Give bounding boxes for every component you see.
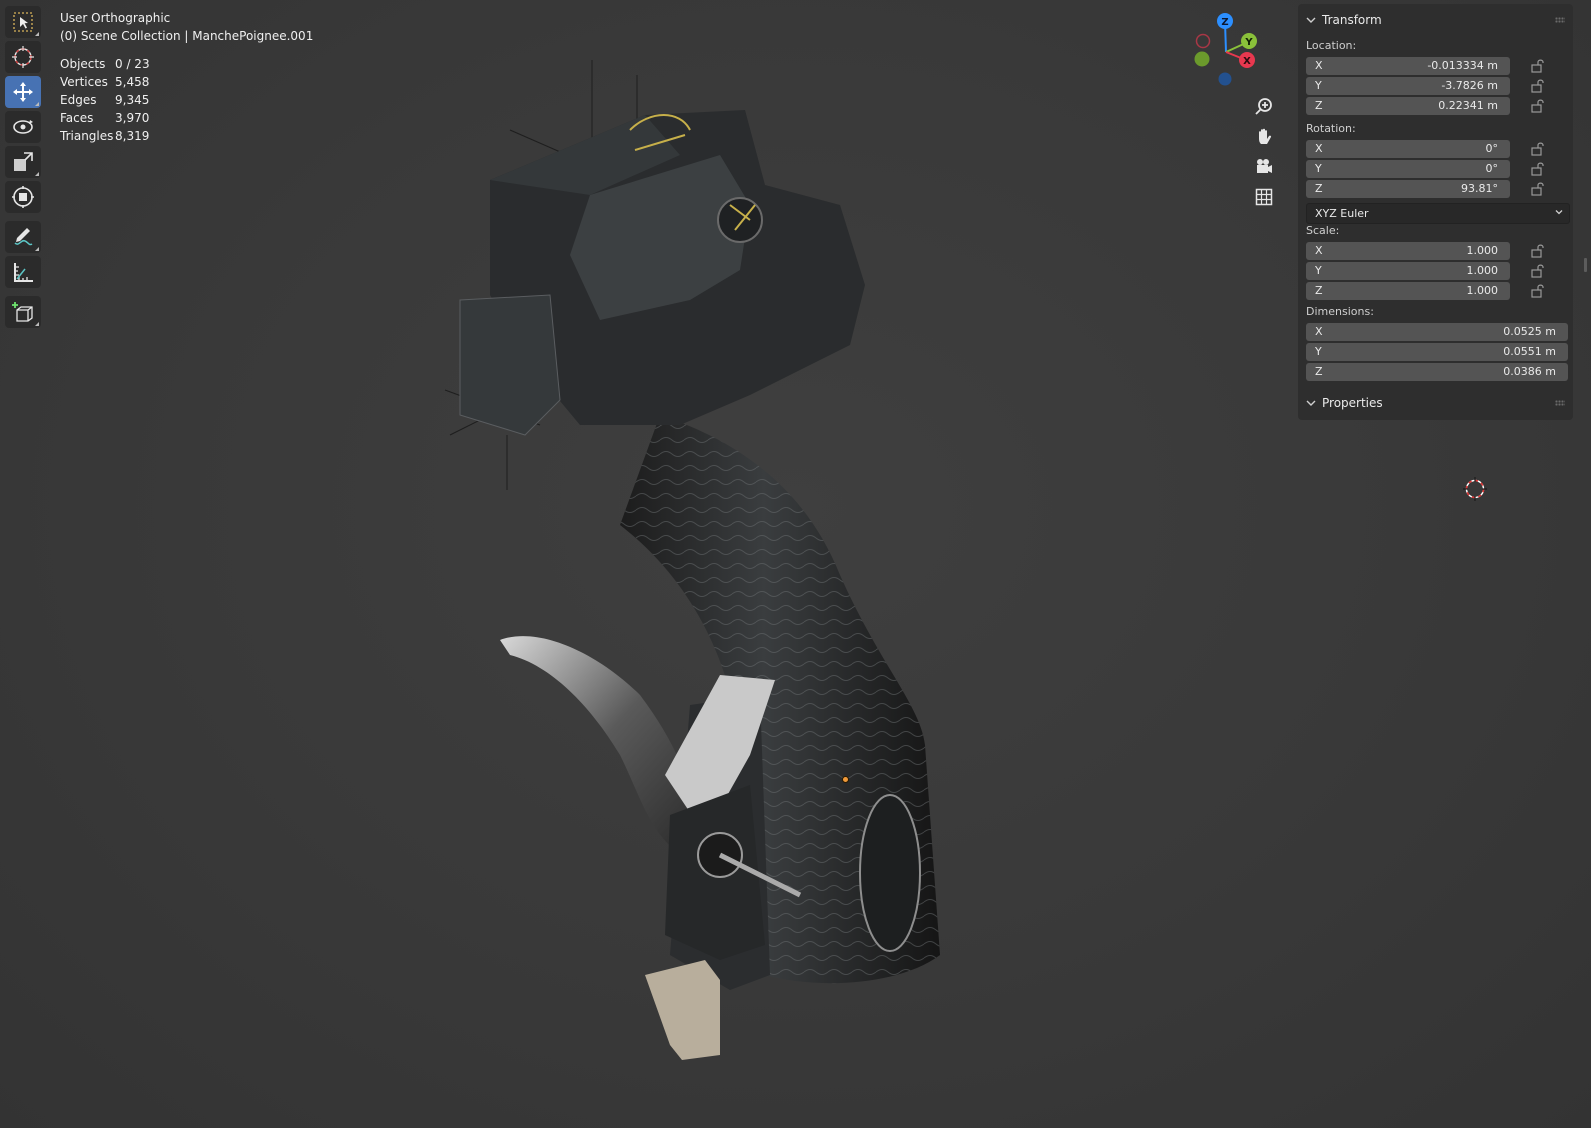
lock-icon[interactable] xyxy=(1530,243,1546,259)
dimension-x-field[interactable]: X 0.0525 m xyxy=(1306,323,1568,341)
rotation-z-field[interactable]: Z 93.81° xyxy=(1306,180,1510,198)
stat-row-edges: Edges 9,345 xyxy=(60,93,150,107)
pan-hand-icon xyxy=(1259,128,1272,144)
neg-z-icon[interactable] xyxy=(1218,72,1232,86)
rotation-label: Rotation: xyxy=(1306,122,1356,135)
measure-icon xyxy=(14,263,33,282)
pan-button[interactable] xyxy=(1251,124,1277,150)
transform-panel-header[interactable]: Transform xyxy=(1306,9,1382,31)
scene-stats: Objects 0 / 23 Vertices 5,458 Edges 9,345 F… xyxy=(60,55,150,145)
sidebar-panel: Transform Location: X -0.013334 m Y -3.782… xyxy=(1298,4,1573,420)
rotate-icon xyxy=(13,120,33,134)
lock-icon[interactable] xyxy=(1530,283,1546,299)
properties-panel-title: Properties xyxy=(1322,396,1383,410)
transform-icon xyxy=(12,186,34,208)
chevron-down-icon xyxy=(1306,17,1316,23)
viewport-info: User Orthographic (0) Scene Collection |… xyxy=(60,9,313,45)
chevron-down-icon xyxy=(1306,400,1316,406)
lock-icon[interactable] xyxy=(1530,58,1546,74)
dimension-y-field[interactable]: Y 0.0551 m xyxy=(1306,343,1568,361)
rotation-x-field[interactable]: X 0° xyxy=(1306,140,1510,158)
3d-viewport[interactable]: User Orthographic (0) Scene Collection |… xyxy=(0,0,1591,1128)
tool-shelf xyxy=(4,6,42,331)
annotate-tool[interactable] xyxy=(5,221,41,253)
rotation-mode-dropdown[interactable]: XYZ Euler xyxy=(1306,203,1570,224)
lock-icon[interactable] xyxy=(1530,181,1546,197)
move-icon xyxy=(13,82,33,102)
dimensions-label: Dimensions: xyxy=(1306,305,1374,318)
cursor-icon xyxy=(12,46,34,68)
transform-tool[interactable] xyxy=(5,181,41,213)
lock-icon[interactable] xyxy=(1530,98,1546,114)
scale-tool[interactable] xyxy=(5,146,41,178)
scale-z-field[interactable]: Z 1.000 xyxy=(1306,282,1510,300)
lock-icon[interactable] xyxy=(1530,141,1546,157)
camera-view-button[interactable] xyxy=(1251,154,1277,180)
lock-icon[interactable] xyxy=(1530,263,1546,279)
rotate-tool[interactable] xyxy=(5,111,41,143)
select-box-tool[interactable] xyxy=(5,6,41,38)
gizmo-z-label: Z xyxy=(1221,17,1228,28)
rotation-y-field[interactable]: Y 0° xyxy=(1306,160,1510,178)
sidebar-resize-handle[interactable] xyxy=(1584,258,1587,272)
select-box-icon xyxy=(13,12,33,32)
zoom-button[interactable] xyxy=(1251,94,1277,120)
add-cube-tool[interactable] xyxy=(5,296,41,328)
joystick-grip-model[interactable] xyxy=(420,55,960,1070)
measure-tool[interactable] xyxy=(5,256,41,288)
lock-icon[interactable] xyxy=(1530,78,1546,94)
neg-x-icon[interactable] xyxy=(1195,33,1211,49)
zoom-icon xyxy=(1255,98,1272,115)
location-x-field[interactable]: X -0.013334 m xyxy=(1306,57,1510,75)
move-tool[interactable] xyxy=(5,76,41,108)
add-cube-icon xyxy=(12,302,33,322)
camera-icon xyxy=(1257,159,1272,173)
gizmo-y-label: Y xyxy=(1244,37,1253,48)
transform-panel-title: Transform xyxy=(1322,13,1382,27)
perspective-toggle-button[interactable] xyxy=(1251,184,1277,210)
scale-y-field[interactable]: Y 1.000 xyxy=(1306,262,1510,280)
properties-panel-header[interactable]: Properties xyxy=(1306,392,1383,414)
gizmo-x-label: X xyxy=(1243,56,1251,67)
stat-row-faces: Faces 3,970 xyxy=(60,111,150,125)
collection-line: (0) Scene Collection | ManchePoignee.001 xyxy=(60,29,314,43)
location-z-field[interactable]: Z 0.22341 m xyxy=(1306,97,1510,115)
scale-label: Scale: xyxy=(1306,224,1340,237)
location-y-field[interactable]: Y -3.7826 m xyxy=(1306,77,1510,95)
annotate-icon xyxy=(14,228,33,246)
viewport-nav-buttons xyxy=(1251,94,1277,214)
chevron-down-icon xyxy=(1555,210,1563,215)
dimension-z-field[interactable]: Z 0.0386 m xyxy=(1306,363,1568,381)
rotation-mode-value: XYZ Euler xyxy=(1315,207,1369,220)
grid-icon xyxy=(1255,188,1273,206)
lock-icon[interactable] xyxy=(1530,161,1546,177)
scale-x-field[interactable]: X 1.000 xyxy=(1306,242,1510,260)
object-origin xyxy=(842,776,849,783)
drag-grip-icon[interactable] xyxy=(1555,400,1565,406)
navigation-gizmo[interactable]: Z Y X xyxy=(1188,8,1268,94)
neg-y-icon[interactable] xyxy=(1194,51,1210,67)
cursor-tool[interactable] xyxy=(5,41,41,73)
stat-row-objects: Objects 0 / 23 xyxy=(60,57,150,71)
drag-grip-icon[interactable] xyxy=(1555,17,1565,23)
location-label: Location: xyxy=(1306,39,1357,52)
stat-row-vertices: Vertices 5,458 xyxy=(60,75,150,89)
scale-icon xyxy=(14,152,33,171)
view-name: User Orthographic xyxy=(60,11,171,25)
3d-cursor-icon xyxy=(1463,477,1487,501)
stat-row-triangles: Triangles 8,319 xyxy=(60,129,150,143)
